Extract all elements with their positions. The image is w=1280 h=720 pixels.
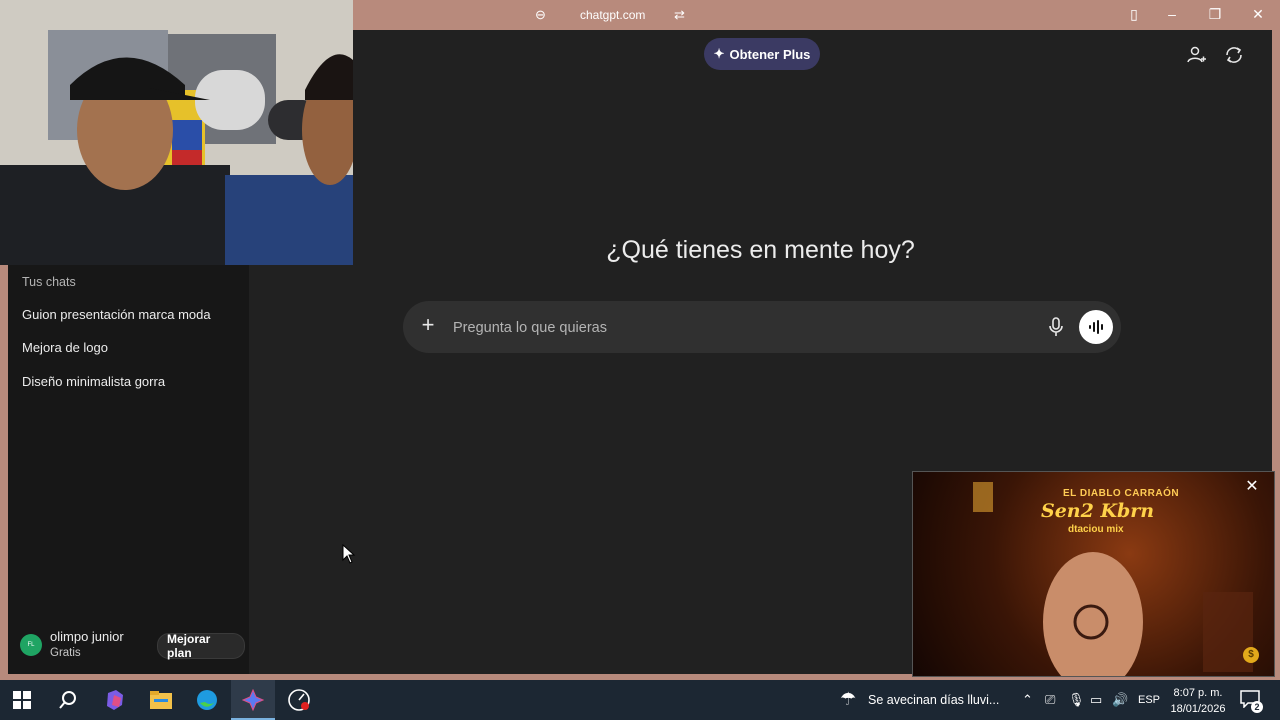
chevron-up-icon[interactable]: ⌃: [1022, 692, 1033, 708]
user-plan: Gratis: [50, 647, 81, 659]
network-icon[interactable]: ▭: [1090, 692, 1102, 708]
avatar[interactable]: FL: [20, 634, 42, 656]
prompt-input[interactable]: [451, 315, 1015, 341]
microphone-icon[interactable]: [1047, 317, 1065, 337]
chat-item[interactable]: Guion presentación marca moda: [22, 307, 211, 322]
url-text[interactable]: chatgpt.com: [580, 8, 645, 22]
windows-start-icon[interactable]: [9, 688, 35, 712]
clock[interactable]: 8:07 p. m. 18/01/2026: [1166, 685, 1230, 717]
temporary-chat-icon[interactable]: [1223, 44, 1245, 66]
microphone-tray-icon[interactable]: 🎙: [1068, 692, 1085, 708]
chats-section-title: Tus chats: [22, 275, 76, 289]
usb-icon[interactable]: ⎚: [1045, 692, 1055, 708]
coin-icon: $: [1243, 647, 1259, 663]
screen-recorder-icon[interactable]: [286, 688, 312, 712]
weather-widget-text[interactable]: Se avecinan días lluvi...: [868, 693, 999, 707]
chat-item[interactable]: Mejora de logo: [22, 340, 108, 355]
voice-mode-button[interactable]: [1079, 310, 1113, 344]
mouse-cursor-icon: [342, 544, 356, 564]
tune-icon[interactable]: ⇄: [674, 7, 685, 23]
link-icon[interactable]: ⊖: [535, 7, 546, 23]
split-view-icon[interactable]: ▯: [1124, 6, 1144, 23]
video-popup[interactable]: EL DIABLO CARRAÓN Sen2 Kbrn dtaciou mix …: [912, 471, 1275, 677]
weather-rain-icon[interactable]: ☂: [840, 689, 856, 710]
volume-icon[interactable]: 🔊: [1112, 692, 1128, 708]
page-headline: ¿Qué tienes en mente hoy?: [606, 236, 915, 264]
video-title-line1: EL DIABLO CARRAÓN: [1063, 488, 1180, 499]
add-person-icon[interactable]: [1185, 44, 1207, 66]
clock-time: 8:07 p. m.: [1173, 687, 1223, 699]
sparkle-icon: ✦: [713, 46, 725, 61]
get-plus-button[interactable]: ✦ Obtener Plus: [704, 38, 820, 70]
composer: +: [403, 301, 1121, 353]
webcam-overlay: [0, 0, 353, 265]
microsoft365-icon[interactable]: [102, 688, 128, 712]
close-icon[interactable]: ✕: [1243, 478, 1261, 496]
gemini-app-icon[interactable]: [240, 688, 266, 712]
notification-count-badge: 2: [1251, 701, 1263, 713]
search-icon[interactable]: [55, 688, 81, 712]
user-profile[interactable]: FL olimpo junior Gratis Mejorar plan: [20, 626, 245, 666]
edge-browser-icon[interactable]: [194, 688, 220, 712]
clock-date: 18/01/2026: [1170, 703, 1226, 715]
upgrade-plan-button[interactable]: Mejorar plan: [157, 632, 245, 660]
close-window-button[interactable]: ✕: [1248, 6, 1268, 23]
waveform-icon: [1089, 320, 1103, 334]
language-indicator[interactable]: ESP: [1138, 694, 1160, 706]
video-title-line3: dtaciou mix: [1068, 524, 1124, 535]
chat-item[interactable]: Diseño minimalista gorra: [22, 374, 165, 389]
get-plus-label: Obtener Plus: [729, 46, 811, 62]
file-explorer-icon[interactable]: [148, 688, 174, 712]
user-name: olimpo junior: [50, 629, 124, 644]
plus-icon[interactable]: +: [417, 314, 439, 336]
taskbar: ☂ Se avecinan días lluvi... ⌃ ⎚ 🎙 ▭ 🔊 ES…: [0, 680, 1280, 720]
restore-button[interactable]: ❐: [1205, 6, 1225, 23]
minimize-button[interactable]: –: [1162, 6, 1182, 22]
video-title-line2: Sen2 Kbrn: [1041, 500, 1155, 522]
webcam-image: [0, 0, 353, 265]
